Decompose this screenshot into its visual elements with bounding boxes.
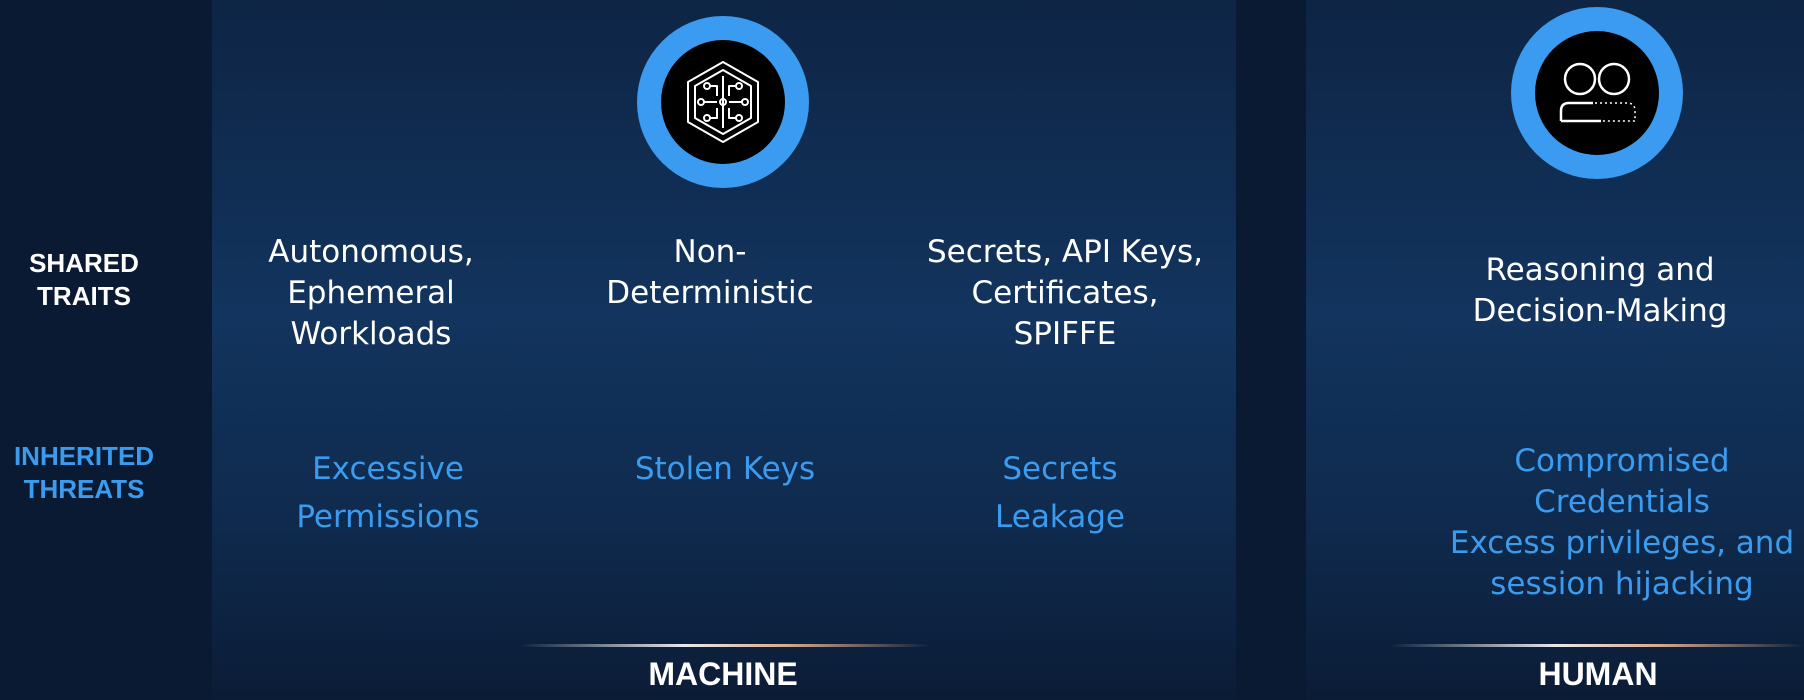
inherited-threats-label: INHERITED THREATS: [13, 441, 155, 504]
machine-divider: [520, 644, 930, 647]
machine-label: MACHINE: [648, 656, 798, 692]
threat-excessive-permissions: Excessive Permissions: [296, 451, 480, 535]
trait-secrets-keys: Secrets, API Keys, Certificates, SPIFFE: [926, 234, 1204, 352]
two-people-icon: [1559, 62, 1636, 123]
threat-secrets-leakage: Secrets Leakage: [995, 451, 1125, 535]
shared-traits-label: SHARED TRAITS: [29, 248, 139, 311]
trait-reasoning: Reasoning and Decision-Making: [1472, 252, 1728, 329]
human-divider: [1390, 644, 1804, 647]
circuit-hexagon-icon: [687, 61, 759, 143]
trait-non-deterministic: Non- Deterministic: [606, 234, 814, 311]
threat-compromised-credentials: Compromised Credentials Excess privilege…: [1449, 443, 1795, 602]
human-label: HUMAN: [1538, 656, 1658, 692]
machine-badge: [637, 16, 809, 188]
threat-stolen-keys: Stolen Keys: [634, 451, 816, 487]
trait-autonomous-workloads: Autonomous, Ephemeral Workloads: [268, 234, 474, 352]
human-badge: [1511, 7, 1683, 179]
